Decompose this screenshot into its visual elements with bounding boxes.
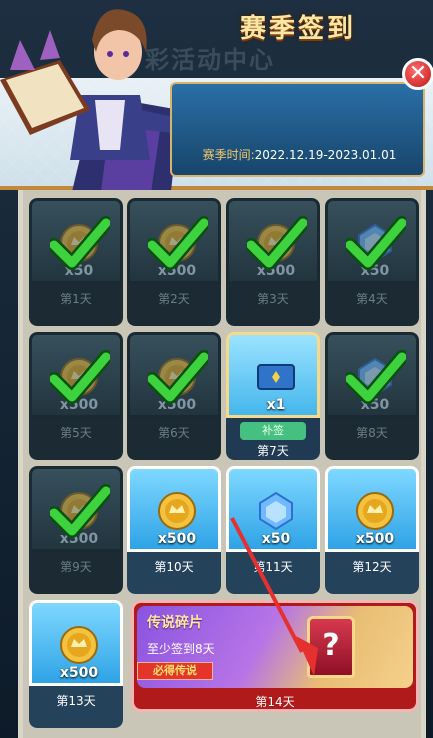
day-card-4[interactable]: x50 第4天 (325, 198, 419, 326)
day-label: 第4天 (356, 292, 388, 306)
day-label: 第7天 (257, 444, 289, 458)
reward-slot: x500 (29, 466, 123, 552)
mystery-symbol: ? (322, 628, 340, 663)
reward-quantity: x500 (355, 531, 395, 547)
reward-slot: x50 (226, 466, 320, 552)
day-label: 第13天 (56, 694, 96, 708)
grand-prize-day-label: 第14天 (255, 695, 295, 709)
reward-slot: x500 (127, 466, 221, 552)
reward-slot: x50 (29, 198, 123, 284)
reward-quantity: x500 (157, 531, 197, 547)
gem-icon (256, 491, 296, 531)
grand-prize-requirement: 至少签到8天 (147, 642, 215, 656)
coin-icon (59, 625, 99, 665)
day-label: 第11天 (253, 560, 293, 574)
checkmark-icon (343, 215, 409, 271)
reward-slot: x1 (226, 332, 320, 418)
day-label: 第12天 (352, 560, 392, 574)
coin-icon (157, 491, 197, 531)
day-label: 第2天 (158, 292, 190, 306)
makeup-signin-badge[interactable]: 补签 (240, 422, 306, 440)
day-label: 第1天 (60, 292, 92, 306)
season-date: 赛季时间:2022.12.19-2023.01.01 (172, 146, 427, 163)
close-button[interactable]: ✕ (402, 58, 433, 90)
reward-slot: x500 (29, 332, 123, 418)
season-date-label: 赛季时间: (202, 148, 255, 162)
day-card-7[interactable]: x1 补签第7天 (226, 332, 320, 460)
checkmark-icon (244, 215, 310, 271)
day-card-5[interactable]: x500 第5天 (29, 332, 123, 460)
day-label: 第10天 (154, 560, 194, 574)
day-label: 第3天 (257, 292, 289, 306)
day-card-8[interactable]: x50 第8天 (325, 332, 419, 460)
day-card-6[interactable]: x500 第6天 (127, 332, 221, 460)
checkmark-icon (145, 349, 211, 405)
day-label: 第5天 (60, 426, 92, 440)
grand-prize-tag: 必得传说 (137, 662, 213, 680)
reward-slot: x50 (325, 198, 419, 284)
reward-slot: x500 (127, 198, 221, 284)
checkmark-icon (145, 215, 211, 271)
day-card-10[interactable]: x500 第10天 (127, 466, 221, 594)
checkmark-icon (47, 215, 113, 271)
coin-icon (355, 491, 395, 531)
card-icon (256, 357, 296, 397)
checkmark-icon (343, 349, 409, 405)
day-label: 第6天 (158, 426, 190, 440)
day-card-1[interactable]: x50 第1天 (29, 198, 123, 326)
grand-prize-art: 传说碎片 至少签到8天 必得传说 ? (137, 606, 413, 688)
reward-slot: x500 (127, 332, 221, 418)
checkmark-icon (47, 483, 113, 539)
day-card-11[interactable]: x50 第11天 (226, 466, 320, 594)
day-label: 第9天 (60, 560, 92, 574)
day-card-9[interactable]: x500 第9天 (29, 466, 123, 594)
day-card-2[interactable]: x500 第2天 (127, 198, 221, 326)
day-card-3[interactable]: x500 第3天 (226, 198, 320, 326)
season-banner: 赛季时间:2022.12.19-2023.01.01 (170, 82, 425, 177)
grand-prize-title: 传说碎片 (147, 615, 203, 631)
grand-prize-card-day14[interactable]: 传说碎片 至少签到8天 必得传说 ? 第14天 (131, 600, 419, 712)
season-title: 赛季签到 (239, 14, 356, 44)
day-label: 第8天 (356, 426, 388, 440)
season-date-range: 2022.12.19-2023.01.01 (254, 148, 397, 162)
mystery-card-icon: ? (307, 616, 355, 678)
day-card-13[interactable]: x500 第13天 (29, 600, 123, 728)
reward-quantity: x500 (59, 665, 99, 681)
reward-slot: x500 (325, 466, 419, 552)
reward-slot: x500 (29, 600, 123, 686)
reward-slot: x500 (226, 198, 320, 284)
reward-slot: x50 (325, 332, 419, 418)
reward-quantity: x1 (266, 397, 286, 413)
close-icon: ✕ (408, 61, 428, 86)
reward-quantity: x50 (261, 531, 291, 547)
checkmark-icon (47, 349, 113, 405)
day-card-12[interactable]: x500 第12天 (325, 466, 419, 594)
